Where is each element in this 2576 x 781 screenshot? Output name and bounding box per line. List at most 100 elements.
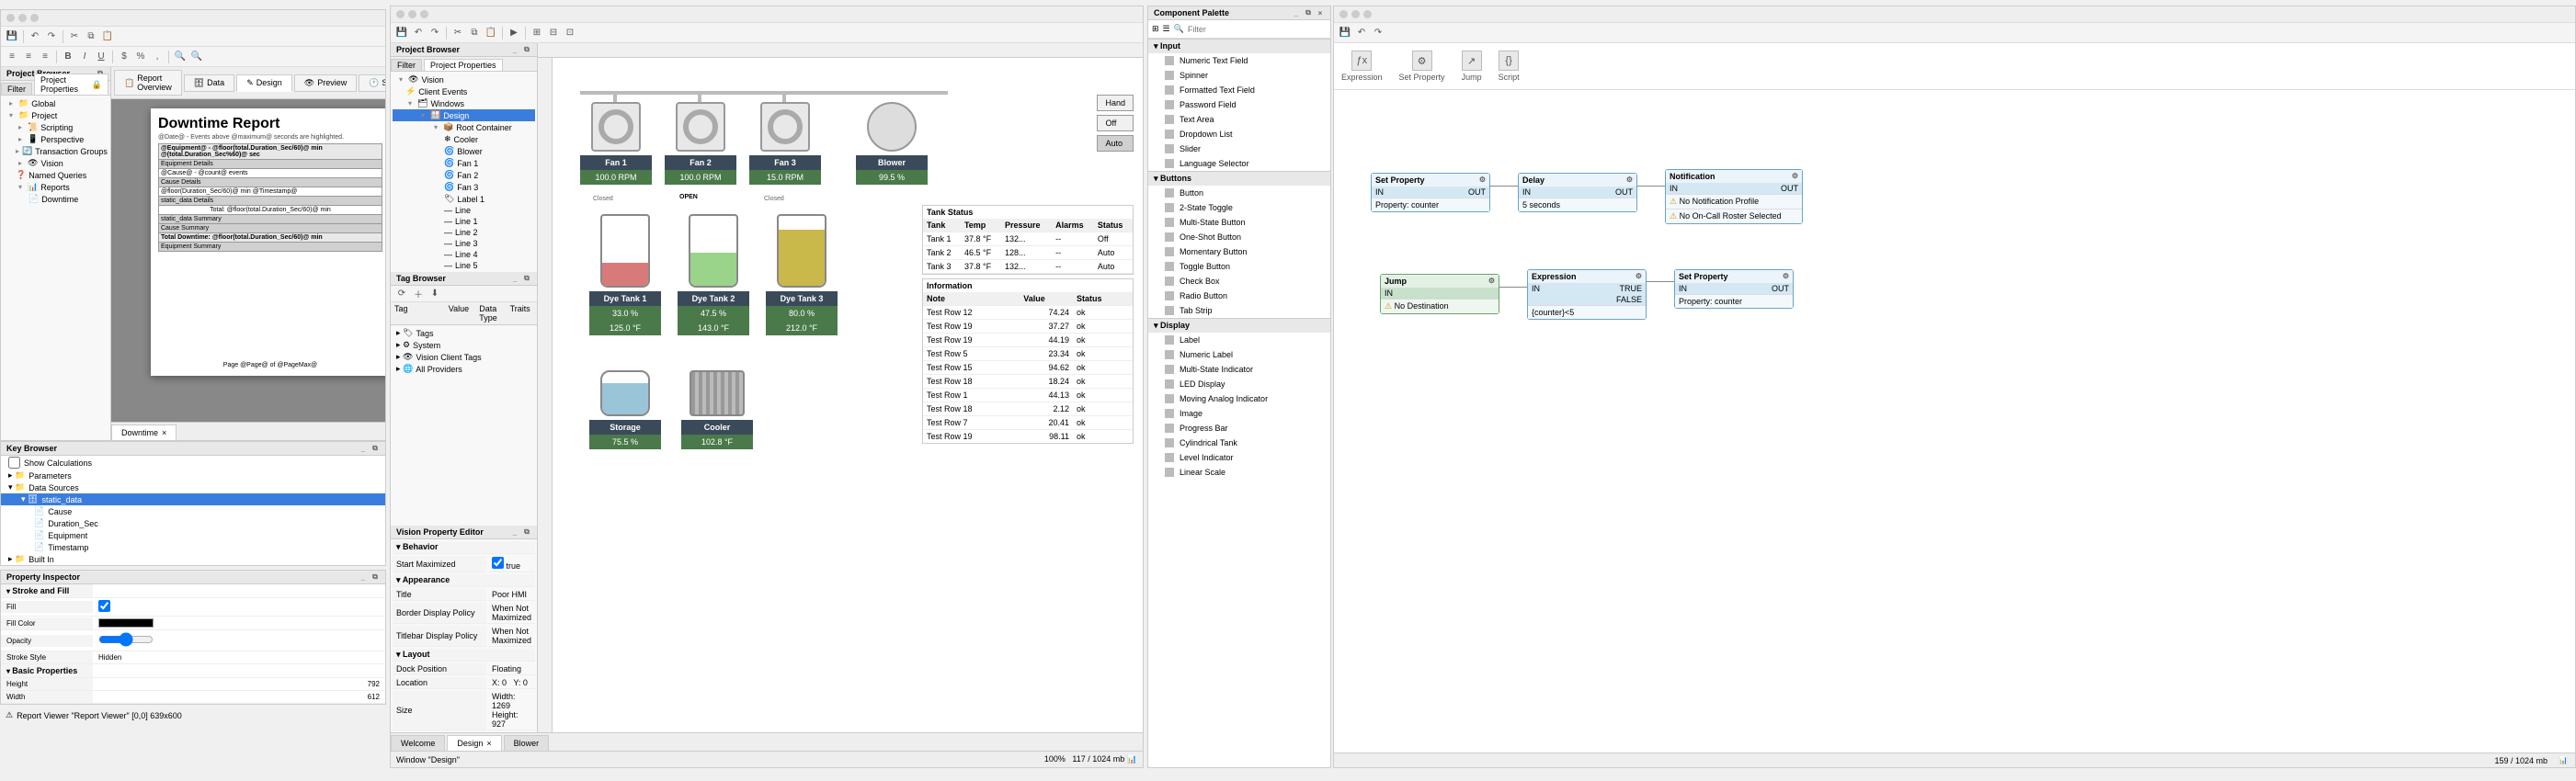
kb-item[interactable]: ▸ 📁 Parameters <box>1 470 385 481</box>
refresh-icon[interactable]: ⟳ <box>394 287 409 301</box>
grid-icon[interactable]: ⊞ <box>1152 24 1159 34</box>
design-tab[interactable]: Design × <box>447 735 501 751</box>
kb-item-selected[interactable]: ▾ 🗄 static_data <box>1 493 385 505</box>
kb-item[interactable]: 📄 Cause <box>1 505 385 517</box>
tree-node[interactable]: Label 1 <box>457 195 484 204</box>
minimize-icon[interactable]: _ <box>510 274 519 283</box>
tree-node[interactable]: Line 3 <box>455 239 478 248</box>
paste-icon[interactable]: 📋 <box>100 29 115 44</box>
tree-node[interactable]: Line 4 <box>455 250 478 259</box>
col-header[interactable]: Note <box>923 292 1020 306</box>
align-right-icon[interactable]: ≡ <box>38 50 52 64</box>
zoom-level[interactable]: 100% <box>1044 754 1066 764</box>
tab-schedule[interactable]: 🕐Schedule <box>359 74 385 92</box>
welcome-tab[interactable]: Welcome <box>391 735 445 751</box>
tree-node[interactable]: Perspective <box>40 135 84 144</box>
tree-node[interactable]: Downtime <box>41 195 78 204</box>
palette-item[interactable]: Numeric Text Field <box>1148 53 1330 68</box>
tree-node[interactable]: Fan 3 <box>457 183 478 192</box>
tree-node[interactable]: Vision <box>421 75 443 85</box>
tree-node-selected[interactable]: Design <box>443 111 469 120</box>
redo-icon[interactable]: ↷ <box>44 29 59 44</box>
cut-icon[interactable]: ✂ <box>450 26 465 40</box>
info-table[interactable]: Information NoteValueStatusTest Row 1274… <box>922 278 1134 444</box>
tab-data[interactable]: 🗄Data <box>184 74 234 92</box>
palette-item[interactable]: 2-State Toggle <box>1148 200 1330 215</box>
cooler[interactable]: Cooler 102.8 °F <box>681 370 753 449</box>
tree-node[interactable]: Tags <box>416 329 433 338</box>
downtime-tab[interactable]: Downtime × <box>111 424 177 440</box>
copy-icon[interactable]: ⧉ <box>467 26 482 40</box>
minimize-icon[interactable]: _ <box>359 572 368 582</box>
tree-node[interactable]: Fan 2 <box>457 171 478 180</box>
palette-category[interactable]: ▾ Input <box>1148 39 1330 53</box>
table-row[interactable]: Test Row 720.41ok <box>923 416 1133 430</box>
off-button[interactable]: Off <box>1097 115 1134 131</box>
design-canvas[interactable]: Fan 1100.0 RPMFan 2100.0 RPMFan 315.0 RP… <box>538 43 1143 732</box>
tree-node[interactable]: Windows <box>430 99 464 108</box>
palette-filter[interactable] <box>1188 25 1327 34</box>
dock-icon[interactable]: ⧉ <box>522 45 531 54</box>
show-calc-checkbox[interactable] <box>8 457 20 469</box>
kb-item[interactable]: Show Calculations <box>1 456 385 470</box>
gear-icon[interactable]: ⚙ <box>1626 175 1633 185</box>
tree-node[interactable]: Line 1 <box>455 217 478 226</box>
table-row[interactable]: Test Row 650.81ok <box>923 444 1133 445</box>
set-property-node[interactable]: Set Property⚙ INOUT Property: counter <box>1371 173 1490 212</box>
jump-icon[interactable]: ↗Jump <box>1462 51 1482 82</box>
align-icon[interactable]: ⊟ <box>546 26 561 40</box>
set-property-node-2[interactable]: Set Property⚙ INOUT Property: counter <box>1674 269 1794 309</box>
table-row[interactable]: Tank 337.8 °F132...--Auto <box>923 260 1133 274</box>
tree-node[interactable]: Line 2 <box>455 228 478 237</box>
tree-node[interactable]: All Providers <box>416 365 462 374</box>
minimize-icon[interactable]: _ <box>510 45 519 54</box>
table-row[interactable]: Tank 137.8 °F132...--Off <box>923 232 1133 246</box>
save-icon[interactable]: 💾 <box>1338 26 1352 40</box>
palette-item[interactable]: Language Selector <box>1148 156 1330 171</box>
table-row[interactable]: Test Row 1274.24ok <box>923 306 1133 320</box>
fan-2[interactable]: Fan 2100.0 RPM <box>665 102 736 185</box>
palette-item[interactable]: Image <box>1148 406 1330 421</box>
undo-icon[interactable]: ↶ <box>28 29 42 44</box>
fx-icon[interactable]: ƒxExpression <box>1341 51 1383 82</box>
tree-node[interactable]: Vision <box>40 159 63 168</box>
palette-item[interactable]: Level Indicator <box>1148 450 1330 465</box>
jump-node[interactable]: Jump⚙ IN ⚠ No Destination <box>1380 274 1499 314</box>
align-center-icon[interactable]: ≡ <box>21 50 36 64</box>
tree-node[interactable]: Project <box>31 111 57 120</box>
dock-icon[interactable]: ⧉ <box>1304 8 1313 17</box>
table-row[interactable]: Test Row 523.34ok <box>923 347 1133 361</box>
zoom-out-icon[interactable]: 🔍 <box>189 50 204 64</box>
save-icon[interactable]: 💾 <box>394 26 409 40</box>
col-header[interactable]: Data Type <box>475 302 506 324</box>
gear-icon[interactable]: ⚙ <box>1783 272 1789 281</box>
kb-item[interactable]: 📄 Duration_Sec <box>1 517 385 529</box>
tab-design[interactable]: ✎Design <box>236 74 292 92</box>
project-tree[interactable]: ▸📁Global ▾📁Project ▸📜Scripting ▸📱Perspec… <box>1 96 110 440</box>
close-icon[interactable] <box>1339 10 1348 18</box>
auto-button[interactable]: Auto <box>1097 135 1134 152</box>
dock-icon[interactable]: ⧉ <box>522 274 531 283</box>
tree-node[interactable]: Vision Client Tags <box>416 353 481 362</box>
script-canvas[interactable]: Set Property⚙ INOUT Property: counter De… <box>1334 90 2575 753</box>
gear-icon[interactable]: ⚙ <box>1636 272 1642 281</box>
col-header[interactable]: Tank <box>923 219 961 232</box>
minimize-icon[interactable] <box>408 10 416 18</box>
palette-item[interactable]: Button <box>1148 186 1330 200</box>
project-properties-tab[interactable]: Project Properties 🔒 <box>34 74 108 95</box>
expression-node[interactable]: Expression⚙ INTRUE FALSE {counter}<5 <box>1527 269 1647 320</box>
save-icon[interactable]: 💾 <box>5 29 19 44</box>
minimize-icon[interactable]: _ <box>359 444 368 453</box>
dye-tank-1[interactable]: Dye Tank 133.0 %125.0 °F <box>589 214 661 335</box>
paste-icon[interactable]: 📋 <box>484 26 498 40</box>
border-policy-value[interactable]: When Not Maximized <box>488 603 535 624</box>
align-left-icon[interactable]: ≡ <box>5 50 19 64</box>
maximize-icon[interactable] <box>30 14 39 22</box>
tree-node[interactable]: Root Container <box>456 123 512 132</box>
play-icon[interactable]: ▶ <box>507 26 521 40</box>
col-header[interactable]: Pressure <box>1001 219 1052 232</box>
undo-icon[interactable]: ↶ <box>1354 26 1369 40</box>
dye-tank-2[interactable]: Dye Tank 247.5 %143.0 °F <box>678 214 749 335</box>
minimize-icon[interactable] <box>18 14 27 22</box>
table-row[interactable]: Test Row 1818.24ok <box>923 375 1133 389</box>
